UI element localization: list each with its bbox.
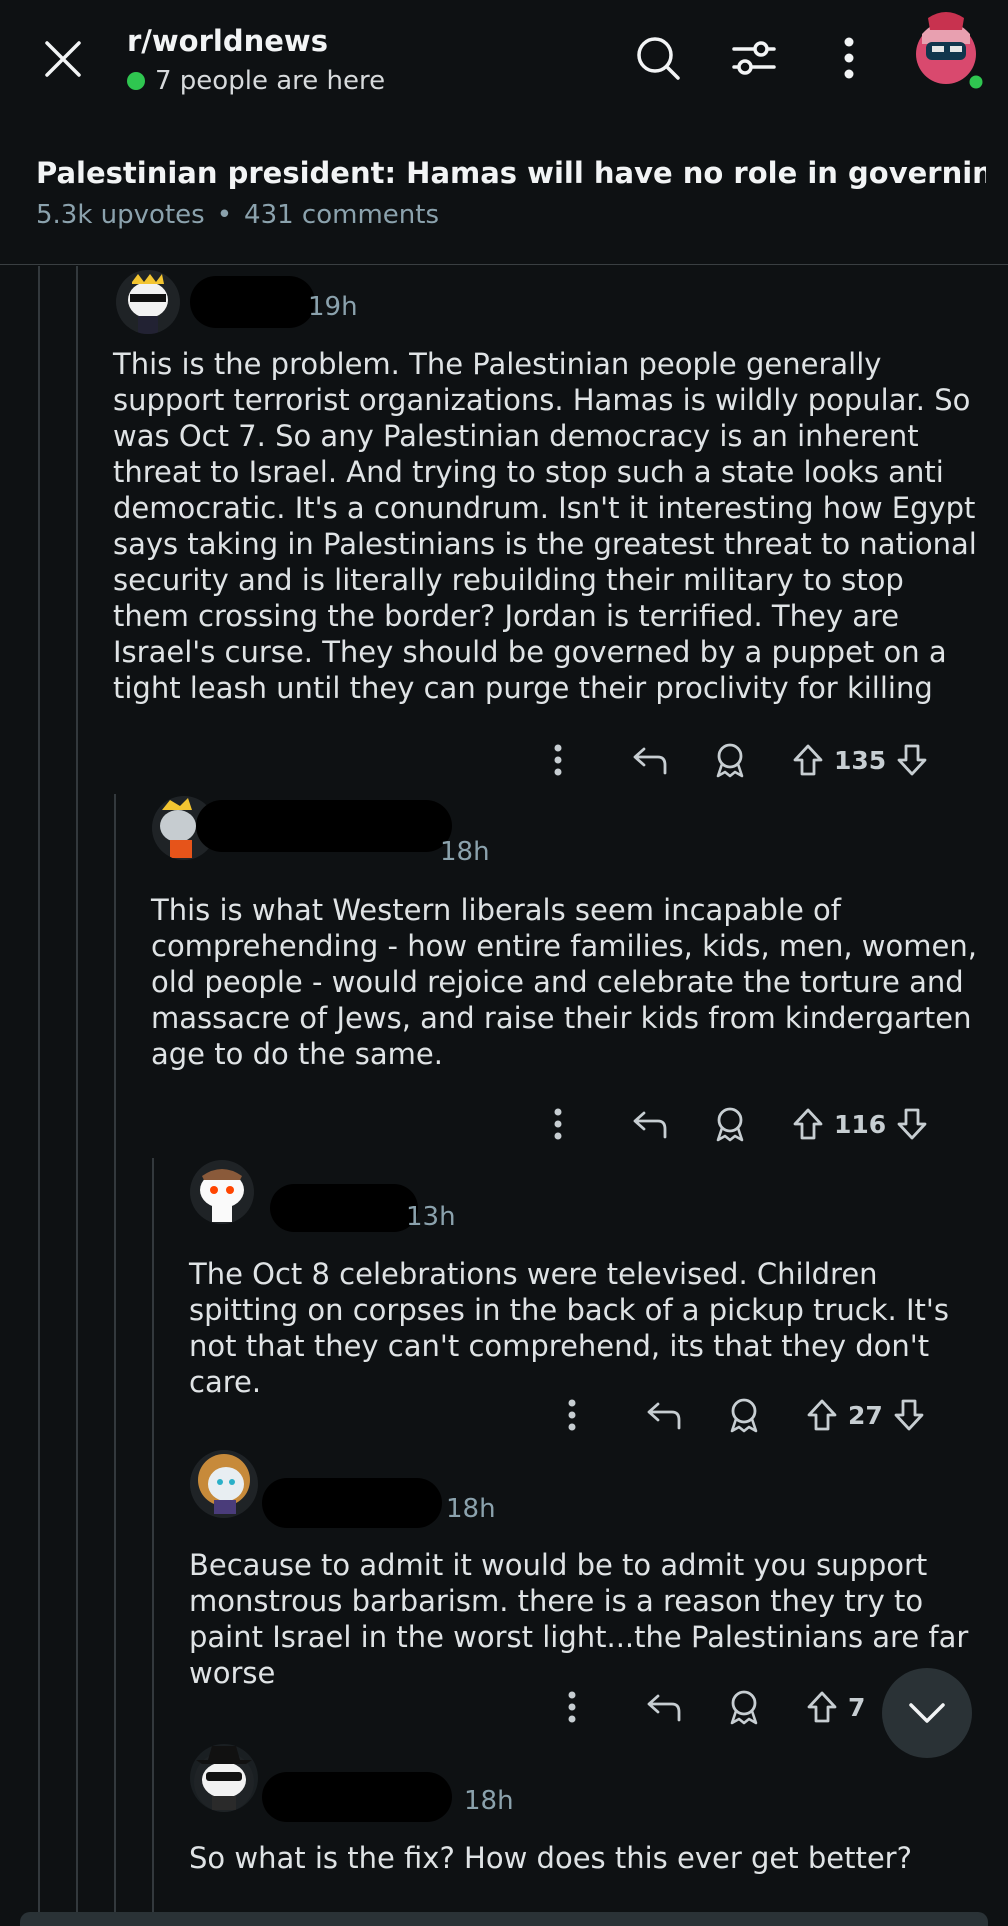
upvote-icon[interactable] bbox=[806, 1682, 838, 1732]
comment-actions: 116 bbox=[540, 1099, 928, 1149]
thread-line[interactable] bbox=[152, 1158, 154, 1912]
upvote-icon[interactable] bbox=[792, 1099, 824, 1149]
redacted-username bbox=[262, 1772, 452, 1822]
search-icon[interactable] bbox=[630, 30, 686, 86]
comment-body: The Oct 8 celebrations were televised. C… bbox=[189, 1257, 949, 1399]
award-icon[interactable] bbox=[704, 1099, 756, 1149]
post-comment-count: 431 comments bbox=[244, 200, 439, 230]
sliders-icon[interactable] bbox=[726, 30, 782, 86]
comment-time: 18h bbox=[440, 837, 490, 867]
thread-line[interactable] bbox=[76, 266, 78, 1912]
top-bar: r/worldnews 7 people are here bbox=[0, 0, 1008, 118]
user-avatar[interactable] bbox=[908, 8, 986, 92]
avatar[interactable] bbox=[190, 1744, 258, 1812]
comment-time: 18h bbox=[446, 1494, 496, 1524]
redacted-username bbox=[262, 1478, 442, 1528]
thread-line[interactable] bbox=[114, 794, 116, 1912]
thread-line[interactable] bbox=[38, 266, 40, 1912]
more-vertical-icon[interactable] bbox=[540, 1099, 576, 1149]
redacted-username bbox=[196, 800, 452, 852]
reply-icon[interactable] bbox=[624, 735, 676, 785]
upvote-icon[interactable] bbox=[792, 735, 824, 785]
comment-time: 13h bbox=[406, 1202, 456, 1232]
comment-body: So what is the fix? How does this ever g… bbox=[189, 1841, 912, 1875]
redacted-username bbox=[270, 1184, 418, 1232]
comment-time: 19h bbox=[308, 292, 358, 322]
online-dot-icon bbox=[127, 72, 145, 90]
more-vertical-icon[interactable] bbox=[554, 1682, 590, 1732]
avatar[interactable] bbox=[190, 1450, 258, 1518]
post-upvotes: 5.3k upvotes bbox=[36, 200, 205, 230]
vote-count: 116 bbox=[834, 1109, 887, 1139]
subreddit-name[interactable]: r/worldnews bbox=[127, 24, 328, 58]
post-meta: 5.3k upvotes • 431 comments bbox=[36, 200, 439, 230]
comment-time: 18h bbox=[464, 1786, 514, 1816]
more-vertical-icon[interactable] bbox=[821, 30, 877, 86]
award-icon[interactable] bbox=[718, 1682, 770, 1732]
scroll-down-button[interactable] bbox=[882, 1668, 972, 1758]
post-title[interactable]: Palestinian president: Hamas will have n… bbox=[36, 156, 986, 190]
downvote-icon[interactable] bbox=[896, 735, 928, 785]
header-divider bbox=[0, 264, 1008, 265]
comment-actions: 27 bbox=[554, 1390, 925, 1440]
upvote-icon[interactable] bbox=[806, 1390, 838, 1440]
reply-icon[interactable] bbox=[638, 1682, 690, 1732]
reply-icon[interactable] bbox=[638, 1390, 690, 1440]
comment-body: Because to admit it would be to admit yo… bbox=[189, 1548, 969, 1690]
award-icon[interactable] bbox=[718, 1390, 770, 1440]
chevron-down-icon bbox=[909, 1703, 945, 1723]
avatar[interactable] bbox=[190, 1160, 254, 1224]
close-icon[interactable] bbox=[35, 31, 91, 87]
redacted-username bbox=[190, 276, 315, 328]
comment-actions: 7 bbox=[554, 1682, 875, 1732]
comment-body: This is what Western liberals seem incap… bbox=[151, 893, 977, 1071]
meta-separator: • bbox=[216, 200, 233, 230]
reply-icon[interactable] bbox=[624, 1099, 676, 1149]
more-vertical-icon[interactable] bbox=[540, 735, 576, 785]
online-count: 7 people are here bbox=[155, 66, 386, 96]
online-indicator: 7 people are here bbox=[127, 66, 385, 96]
downvote-icon[interactable] bbox=[893, 1390, 925, 1440]
vote-count: 135 bbox=[834, 745, 887, 775]
award-icon[interactable] bbox=[704, 735, 756, 785]
avatar[interactable] bbox=[116, 270, 180, 334]
vote-count: 7 bbox=[848, 1692, 866, 1722]
more-vertical-icon[interactable] bbox=[554, 1390, 590, 1440]
vote-count: 27 bbox=[848, 1400, 883, 1430]
comment-actions: 135 bbox=[540, 735, 928, 785]
comment-body: This is the problem. The Palestinian peo… bbox=[113, 347, 977, 705]
downvote-icon[interactable] bbox=[896, 1099, 928, 1149]
